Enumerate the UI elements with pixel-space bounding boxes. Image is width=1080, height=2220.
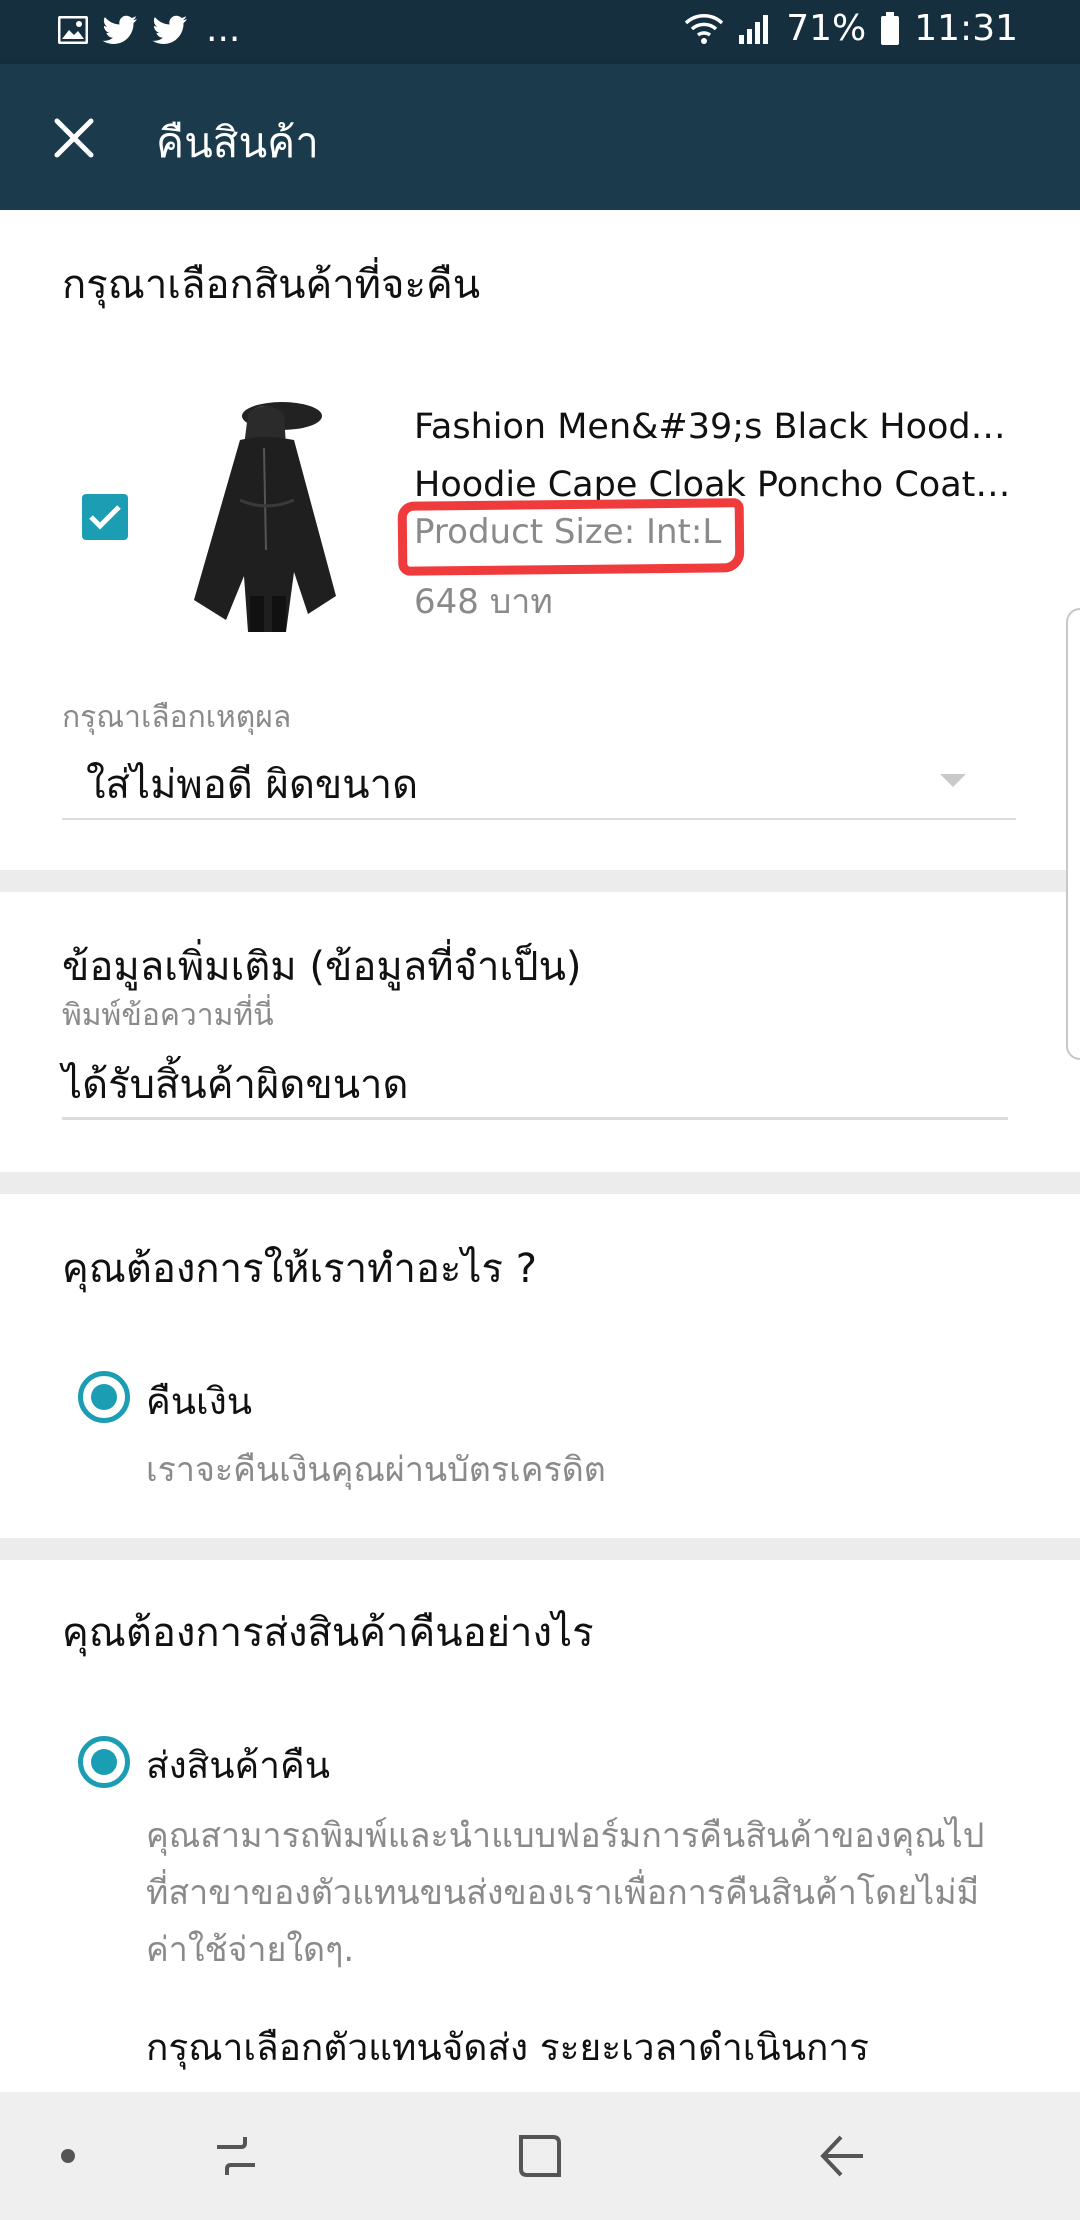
clock: 11:31 (914, 8, 1018, 49)
section-divider (0, 1538, 1080, 1560)
ship-return-description-line1: คุณสามารถพิมพ์และนำแบบฟอร์มการคืนสินค้าข… (146, 1816, 985, 1856)
ship-return-description-line3: ค่าใช้จ่ายใดๆ. (146, 1930, 355, 1970)
image-icon (58, 16, 88, 44)
dot-icon (61, 2149, 75, 2163)
action-section-heading: คุณต้องการให้เราทำอะไร ? (62, 1246, 537, 1292)
refund-option-description: เราจะคืนเงินคุณผ่านบัตรเครดิต (146, 1450, 606, 1490)
refund-radio[interactable] (78, 1371, 130, 1423)
home-button[interactable] (510, 2128, 570, 2184)
app-bar: คืนสินค้า (0, 64, 1080, 210)
shipping-section-heading: คุณต้องการส่งสินค้าคืนอย่างไร (62, 1610, 594, 1656)
twitter-icon (152, 15, 187, 45)
section-divider (0, 870, 1080, 892)
info-placeholder: พิมพ์ข้อความที่นี่ (62, 998, 274, 1033)
system-indicators: 71% 11:31 (684, 8, 1018, 49)
section-divider (0, 1172, 1080, 1194)
reason-label: กรุณาเลือกเหตุผล (62, 700, 292, 735)
shipping-agent-prompt: กรุณาเลือกตัวแทนจัดส่ง ระยะเวลาดำเนินการ (146, 2026, 870, 2069)
close-icon (54, 118, 94, 158)
battery-icon (881, 11, 900, 45)
product-checkbox[interactable] (82, 494, 128, 540)
ship-return-option-label[interactable]: ส่งสินค้าคืน (146, 1736, 330, 1795)
more-notifications: ... (206, 9, 241, 50)
highlight-annotation (397, 498, 745, 576)
recent-apps-icon (217, 2137, 255, 2175)
check-icon (89, 505, 121, 530)
product-price: 648 บาท (414, 582, 553, 622)
page-title: คืนสินค้า (156, 118, 319, 167)
refund-option-label[interactable]: คืนเงิน (146, 1372, 252, 1431)
additional-info-input[interactable]: ได้รับสิ้นค้าผิดขนาด (62, 1048, 1008, 1120)
close-button[interactable] (44, 108, 104, 168)
info-section-heading: ข้อมูลเพิ่มเติม (ข้อมูลที่จำเป็น) (62, 944, 582, 990)
status-bar: ... 71% 11:31 (0, 0, 1080, 64)
signal-icon (739, 14, 769, 44)
nav-dot-button[interactable] (38, 2128, 98, 2184)
notification-icons: ... (58, 12, 240, 48)
additional-info-value: ได้รับสิ้นค้าผิดขนาด (62, 1062, 409, 1108)
home-icon (519, 2135, 561, 2177)
ship-return-description: คุณสามารถพิมพ์และนำแบบฟอร์มการคืนสินค้าข… (146, 1808, 1016, 1979)
dropdown-arrow-icon (940, 774, 966, 787)
back-button[interactable] (812, 2128, 872, 2184)
reason-dropdown[interactable]: ใส่ไม่พอดี ผิดขนาด (62, 748, 1016, 820)
navigation-bar (0, 2092, 1080, 2220)
scrollbar[interactable] (1066, 608, 1080, 1060)
product-name: Fashion Men&#39;s Black Hooded Hoodie Ca… (414, 398, 1014, 514)
ship-return-description-line2: ที่สาขาของตัวแทนขนส่งของเราเพื่อการคืนสิ… (146, 1873, 980, 1913)
twitter-icon (102, 15, 137, 45)
wifi-icon (685, 13, 724, 44)
battery-percent: 71% (786, 8, 867, 49)
product-section-heading: กรุณาเลือกสินค้าที่จะคืน (62, 262, 481, 308)
product-image (190, 400, 340, 632)
reason-selected-value: ใส่ไม่พอดี ผิดขนาด (86, 762, 419, 808)
product-name-line1: Fashion Men&#39;s Black Hooded (414, 407, 1014, 447)
recent-apps-button[interactable] (206, 2128, 266, 2184)
ship-return-radio[interactable] (78, 1736, 130, 1788)
back-arrow-icon (820, 2135, 863, 2177)
